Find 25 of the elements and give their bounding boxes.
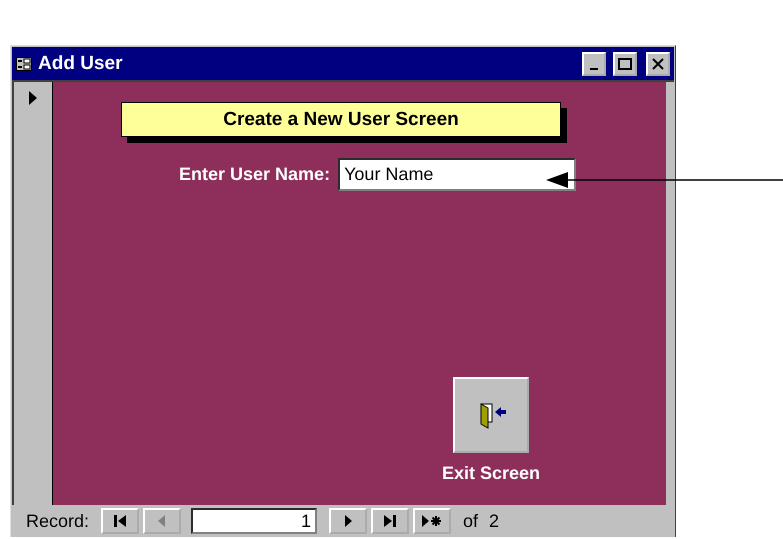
first-record-icon (112, 514, 128, 528)
form-icon (16, 56, 32, 70)
field-label: Enter User Name: (179, 164, 330, 185)
new-record-icon (421, 514, 444, 528)
exit-button-label: Exit Screen (442, 463, 540, 484)
minimize-icon (590, 68, 598, 70)
window-title: Add User (38, 52, 124, 74)
maximize-button[interactable] (613, 52, 637, 76)
next-record-icon (343, 514, 354, 528)
last-record-button[interactable] (371, 508, 410, 534)
exit-button[interactable] (453, 377, 529, 453)
record-count: of 2 (463, 510, 500, 532)
current-record-icon (28, 90, 38, 106)
close-icon (652, 58, 664, 70)
maximize-icon (618, 58, 632, 70)
previous-record-icon (157, 514, 168, 528)
record-label: Record: (26, 510, 90, 532)
new-record-button[interactable] (413, 508, 452, 534)
next-record-button[interactable] (329, 508, 368, 534)
user-name-field[interactable]: Your Name (338, 158, 576, 191)
close-button[interactable] (646, 52, 670, 76)
last-record-icon (382, 514, 398, 528)
record-number-field[interactable]: 1 (191, 508, 318, 534)
minimize-button[interactable] (582, 52, 606, 76)
first-record-button[interactable] (101, 508, 140, 534)
